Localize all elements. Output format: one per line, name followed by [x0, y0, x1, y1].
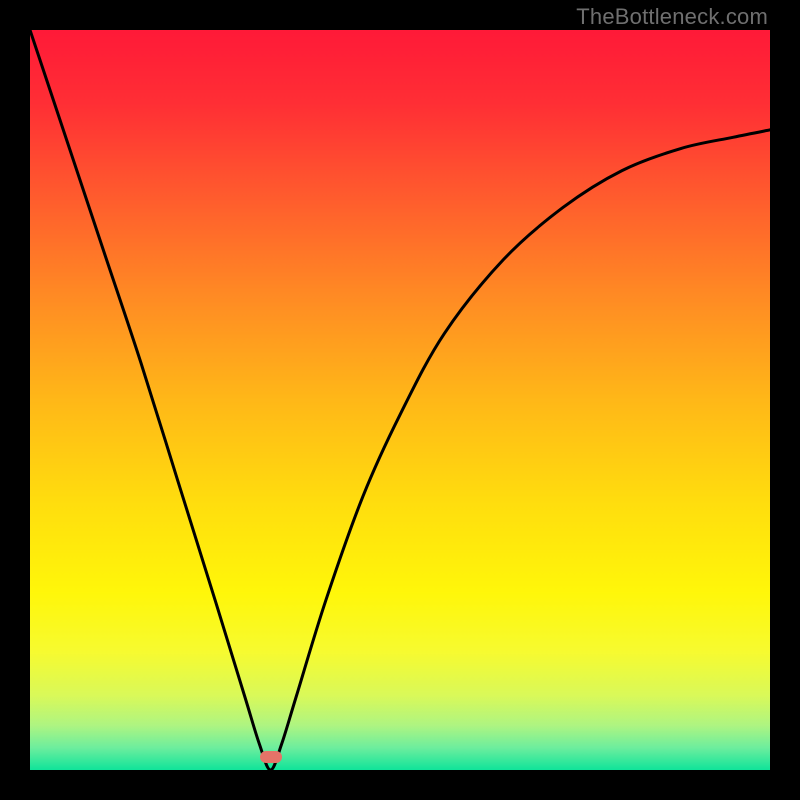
watermark-text: TheBottleneck.com	[576, 4, 768, 30]
curve-path	[30, 30, 770, 770]
plot-frame	[30, 30, 770, 770]
optimal-point-marker	[260, 751, 282, 763]
bottleneck-curve	[30, 30, 770, 770]
